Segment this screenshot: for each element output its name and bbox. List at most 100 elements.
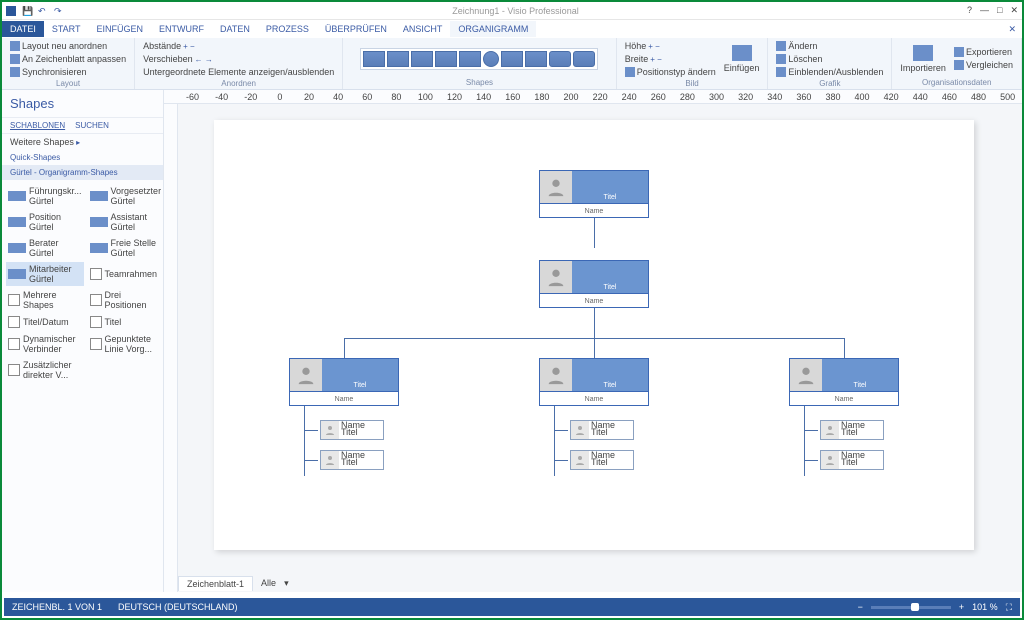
stencil-item[interactable]: Berater Gürtel [6,236,84,260]
zoom-level[interactable]: 101 % [972,602,998,612]
abstaende-button[interactable]: Abstände + − [141,40,197,52]
more-shapes-link[interactable]: Weitere Shapes ▸ [2,134,163,150]
stencil-item[interactable]: Dynamischer Verbinder [6,332,84,356]
shape-style[interactable] [501,51,523,67]
stencil-item[interactable]: Assistant Gürtel [88,210,164,234]
org-card-root[interactable]: TitelName [539,170,649,218]
shape-style[interactable] [573,51,595,67]
stencil-item[interactable]: Position Gürtel [6,210,84,234]
tab-schablonen[interactable]: SCHABLONEN [10,121,65,130]
status-page: ZEICHENBL. 1 VON 1 [12,602,102,612]
group-layout: Layout neu anordnen An Zeichenblatt anpa… [2,38,135,89]
stencil-item[interactable]: Zusätzlicher direkter V... [6,358,84,382]
canvas[interactable]: -60-40-200204060801001201401601802002202… [164,90,1022,592]
shape-icon [90,191,108,201]
importieren-button[interactable]: Importieren [898,44,948,74]
stencil-item[interactable]: Teamrahmen [88,262,164,286]
shape-gallery[interactable] [360,48,598,70]
minimize-icon[interactable]: — [980,5,989,16]
help-icon[interactable]: ? [967,5,972,16]
org-subcard[interactable]: NameTitel [570,420,634,440]
shape-style[interactable] [483,51,499,67]
org-card[interactable]: TitelName [539,358,649,406]
chevron-down-icon[interactable]: ▾ [284,578,289,589]
fit-icon [10,54,20,64]
org-card[interactable]: TitelName [789,358,899,406]
close-icon[interactable]: ✕ [1010,5,1018,16]
tab-suchen[interactable]: SUCHEN [75,121,109,130]
tab-datei[interactable]: DATEI [2,21,44,37]
stencil-item[interactable]: Titel [88,314,164,330]
shape-style[interactable] [525,51,547,67]
layout-neu-button[interactable]: Layout neu anordnen [8,40,109,52]
zoom-slider[interactable] [871,606,951,609]
tab-ansicht[interactable]: ANSICHT [395,21,451,37]
stencil-item[interactable]: Freie Stelle Gürtel [88,236,164,260]
org-card[interactable]: TitelName [289,358,399,406]
stencil-item[interactable]: Gepunktete Linie Vorg... [88,332,164,356]
zoom-in-button[interactable]: + [959,602,964,612]
synchronisieren-button[interactable]: Synchronisieren [8,66,89,78]
einblenden-button[interactable]: Einblenden/Ausblenden [774,66,885,78]
card-title: Titel [572,171,648,203]
person-icon [321,421,339,439]
quick-shapes-link[interactable]: Quick-Shapes [2,150,163,165]
page-tab[interactable]: Zeichenblatt-1 [178,576,253,591]
undo-icon[interactable]: ↶ [38,6,48,16]
aendern-button[interactable]: Ändern [774,40,819,52]
einfuegen-button[interactable]: Einfügen [722,44,762,74]
stencil-item[interactable]: Mehrere Shapes [6,288,84,312]
stencil-item[interactable]: Drei Positionen [88,288,164,312]
zeichenblatt-anpassen-button[interactable]: An Zeichenblatt anpassen [8,53,128,65]
hoehe-button[interactable]: Höhe + − [623,40,718,52]
shape-style[interactable] [549,51,571,67]
sync-icon [10,67,20,77]
save-icon[interactable]: 💾 [22,6,32,16]
stencil-category[interactable]: Gürtel - Organigramm-Shapes [2,165,163,180]
org-subcard[interactable]: NameTitel [320,450,384,470]
redo-icon[interactable]: ↷ [54,6,64,16]
shape-style[interactable] [435,51,457,67]
shape-icon [90,217,108,227]
stencil-item[interactable]: Führungskr... Gürtel [6,184,84,208]
tab-start[interactable]: START [44,21,89,37]
panel-tabs: SCHABLONEN SUCHEN [2,118,163,134]
untergeordnete-button[interactable]: Untergeordnete Elemente anzeigen/ausblen… [141,66,336,78]
shape-style[interactable] [363,51,385,67]
stencil-item-selected[interactable]: Mitarbeiter Gürtel [6,262,84,286]
tab-einfuegen[interactable]: EINFÜGEN [89,21,152,37]
shape-style[interactable] [459,51,481,67]
vergleichen-button[interactable]: Vergleichen [952,59,1015,71]
tab-entwurf[interactable]: ENTWURF [151,21,212,37]
org-card[interactable]: TitelName [539,260,649,308]
ribbon-collapse-icon[interactable]: ✕ [1008,24,1022,35]
fit-window-icon[interactable]: ⛶ [1006,602,1012,613]
positionstyp-button[interactable]: Positionstyp ändern [623,66,718,78]
org-subcard[interactable]: NameTitel [820,450,884,470]
connector [554,430,568,431]
tab-daten[interactable]: DATEN [212,21,258,37]
stencil-item[interactable]: Vorgesetzter Gürtel [88,184,164,208]
app-title: Zeichnung1 - Visio Professional [64,6,967,16]
exportieren-button[interactable]: Exportieren [952,46,1015,58]
tab-organigramm[interactable]: ORGANIGRAMM [450,21,536,37]
maximize-icon[interactable]: □ [997,5,1002,16]
stencil-item[interactable]: Titel/Datum [6,314,84,330]
org-subcard[interactable]: NameTitel [320,420,384,440]
person-icon [321,451,339,469]
org-subcard[interactable]: NameTitel [820,420,884,440]
loeschen-button[interactable]: Löschen [774,53,824,65]
zoom-out-button[interactable]: − [858,602,863,612]
quick-launch: 💾 ↶ ↷ [6,6,64,16]
breite-button[interactable]: Breite + − [623,53,718,65]
main-area: Shapes SCHABLONEN SUCHEN Weitere Shapes … [2,90,1022,592]
page-tab-all[interactable]: Alle [261,578,276,588]
shape-style[interactable] [411,51,433,67]
org-subcard[interactable]: NameTitel [570,450,634,470]
tab-prozess[interactable]: PROZESS [258,21,317,37]
ruler-vertical [164,104,178,592]
tab-ueberpruefen[interactable]: ÜBERPRÜFEN [317,21,395,37]
verschieben-button[interactable]: Verschieben ← → [141,53,215,65]
shape-style[interactable] [387,51,409,67]
drawing-page[interactable]: TitelName TitelName TitelName TitelName … [214,120,974,550]
